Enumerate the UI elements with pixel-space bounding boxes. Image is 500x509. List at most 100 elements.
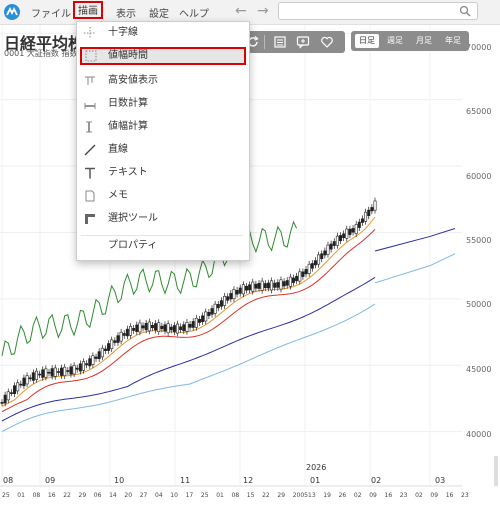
menu-item-high-low[interactable]: 高安値表示 [77, 70, 247, 92]
menu-item-select-tool[interactable]: 選択ツール [77, 208, 247, 230]
candle-body [238, 287, 242, 294]
tab-yearly[interactable]: 年足 [441, 34, 465, 48]
lightblue-line-forward [374, 253, 456, 284]
day-count-icon [84, 103, 96, 109]
candle-body [169, 326, 173, 331]
lightblue-line [1, 303, 376, 433]
back-arrow-icon[interactable]: ← [235, 3, 247, 19]
menu-item-day-count[interactable]: 日数計算 [77, 93, 247, 115]
candle-body [81, 361, 85, 371]
candle-body [241, 284, 245, 295]
x-day-label: 14 [109, 492, 117, 499]
candle-body [6, 391, 10, 401]
candle-body [292, 277, 296, 283]
menu-item-range-time[interactable]: 値幅時間 [80, 47, 246, 65]
candle-body [370, 207, 374, 212]
list-icon[interactable] [273, 35, 287, 49]
candle-body [207, 312, 211, 316]
menu-item-label: 選択ツール [108, 213, 158, 224]
menu-item-text[interactable]: テキスト [77, 162, 247, 184]
period-tabs: 日足 週足 月足 年足 [351, 31, 469, 51]
x-day-label: 27 [139, 492, 148, 499]
candle-body [248, 284, 252, 291]
x-day-label: 08 [32, 492, 41, 499]
menu-item-line[interactable]: 直線 [77, 139, 247, 161]
menu-item-price-range[interactable]: 値幅計算 [77, 116, 247, 138]
x-day-label: 02 [353, 492, 362, 499]
tab-daily[interactable]: 日足 [355, 34, 379, 48]
search-input[interactable] [278, 2, 478, 20]
x-day-label: 13 [308, 492, 316, 499]
tab-weekly[interactable]: 週足 [383, 34, 407, 48]
menu-file[interactable]: ファイル [31, 5, 71, 20]
candle-body [348, 228, 352, 235]
x-day-label: 23 [461, 492, 469, 499]
y-tick-50000: 50000 [466, 300, 492, 309]
menu-settings[interactable]: 設定 [149, 5, 169, 20]
candle-body [263, 283, 267, 289]
candle-body [13, 385, 17, 394]
candle-body [194, 317, 198, 328]
price-chart[interactable] [0, 0, 500, 509]
x-day-label: 09 [369, 492, 377, 499]
menu-item-memo[interactable]: メモ [77, 185, 247, 207]
candle-body [16, 382, 20, 392]
tab-monthly[interactable]: 月足 [412, 34, 436, 48]
y-tick-40000: 40000 [466, 430, 492, 439]
candle-body [223, 295, 227, 306]
candle-body [66, 370, 70, 372]
candle-body [150, 324, 154, 329]
candle-body [0, 402, 4, 404]
candle-body [276, 282, 280, 288]
candle-body [34, 370, 38, 380]
menu-help[interactable]: ヘルプ [179, 5, 209, 20]
candle-body [335, 235, 339, 246]
menu-item-properties[interactable]: プロパティ [77, 235, 247, 257]
menu-draw[interactable]: 描画 [73, 1, 103, 19]
y-tick-70000: 70000 [466, 43, 492, 52]
candle-body [129, 326, 133, 336]
candle-body [50, 368, 54, 377]
menu-item-label: 十字線 [108, 27, 138, 38]
candle-body [110, 339, 114, 349]
search-icon[interactable] [459, 5, 471, 17]
candle-body [213, 303, 217, 314]
candle-body [119, 331, 123, 342]
crosshair-icon [84, 27, 96, 39]
candle-body [320, 253, 324, 260]
x-year-label: 2026 [306, 463, 327, 472]
candle-body [22, 377, 26, 387]
x-day-label: 17 [185, 492, 194, 499]
candle-body [304, 269, 308, 275]
candle-body [182, 324, 186, 332]
menu-view[interactable]: 表示 [116, 5, 136, 20]
candle-body [260, 280, 264, 291]
candle-body [147, 321, 151, 332]
candle-body [56, 371, 60, 373]
menu-item-crosshair[interactable]: 十字線 [77, 22, 247, 44]
candle-body [354, 224, 358, 234]
candle-body [88, 358, 92, 367]
x-day-label: 19 [323, 492, 331, 499]
x-day-label: 16 [445, 492, 454, 499]
candle-body [125, 328, 129, 337]
forward-arrow-icon[interactable]: → [257, 3, 269, 19]
candle-body [31, 372, 35, 381]
add-comment-icon[interactable] [296, 35, 310, 49]
x-day-label: 15 [246, 492, 255, 499]
candle-body [28, 377, 32, 380]
candle-body [229, 293, 233, 300]
candle-body [257, 283, 261, 289]
candle-body [188, 323, 192, 328]
candle-body [351, 228, 355, 233]
candle-body [235, 290, 239, 295]
candle-body [204, 311, 208, 322]
candle-body [201, 315, 205, 323]
candle-body [210, 308, 214, 315]
candle-body [38, 373, 42, 376]
x-day-label: 01 [216, 492, 224, 499]
candle-body [113, 340, 117, 343]
x-day-label: 10 [170, 492, 178, 499]
favorite-heart-icon[interactable] [320, 35, 334, 49]
x-day-label: 08 [231, 492, 240, 499]
